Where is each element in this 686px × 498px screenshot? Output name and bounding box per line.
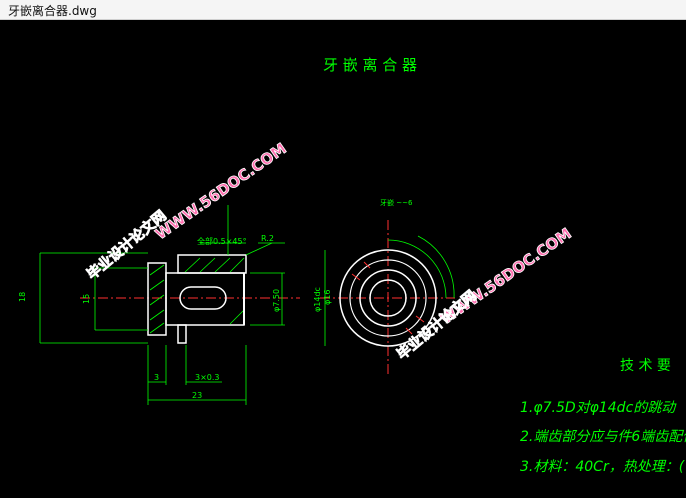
dim-d750: φ7.50 [272,289,281,312]
dim-d16: φ16 [323,290,332,305]
angle-arc [387,239,447,299]
tech-line-1: 1.φ7.5D对φ14dc的跳动 [520,400,677,416]
flange-outline [147,262,167,336]
drawing-title: 牙 嵌 离 合 器 [323,56,417,74]
angle-arc-outer [417,235,455,299]
tech-line-3: 3.材料：40Cr，热处理：( [520,459,685,475]
dim-radius: R.2 [261,234,274,243]
dim-chamfer: 全部0.5×45° [197,236,247,246]
watermark-url-1: WWW.56DOC.COM [152,139,290,243]
tech-requirements: 技 术 要 1.φ7.5D对φ14dc的跳动 2.端齿部分应与件6端齿配作 3.… [520,358,686,475]
shaft-outline [165,272,245,326]
dim-15: 15 [82,294,91,304]
tech-heading: 技 术 要 [620,358,671,374]
hub-top [177,254,247,274]
section-hatch [149,257,245,334]
dim-len-3x03: 3×0.3 [195,373,220,382]
right-view-label: 牙嵌 ~~6 [380,199,413,207]
watermark-cn-1: 毕业设计论文网 [84,207,170,283]
dim-len-23: 23 [192,391,202,400]
dim-18: 18 [18,292,27,302]
cad-drawing: 牙 嵌 离 合 器 18 15 全部0.5×45° R.2 φ7.50 3 3×… [18,56,686,475]
watermarks: WWW.56DOC.COM 毕业设计论文网 WWW.56DOC.COM 毕业设计… [83,139,575,364]
dim-d14dc: φ14dc [313,287,322,312]
dim-len-3: 3 [154,373,159,382]
tech-line-2: 2.端齿部分应与件6端齿配作 [520,429,686,445]
window-titlebar: 牙嵌离合器.dwg [0,0,686,20]
right-view: 牙嵌 ~~6 φ14dc φ16 [313,199,455,375]
window-title: 牙嵌离合器.dwg [8,4,97,18]
drawing-canvas[interactable]: 牙 嵌 离 合 器 18 15 全部0.5×45° R.2 φ7.50 3 3×… [0,20,686,498]
hub-bottom [177,324,187,344]
